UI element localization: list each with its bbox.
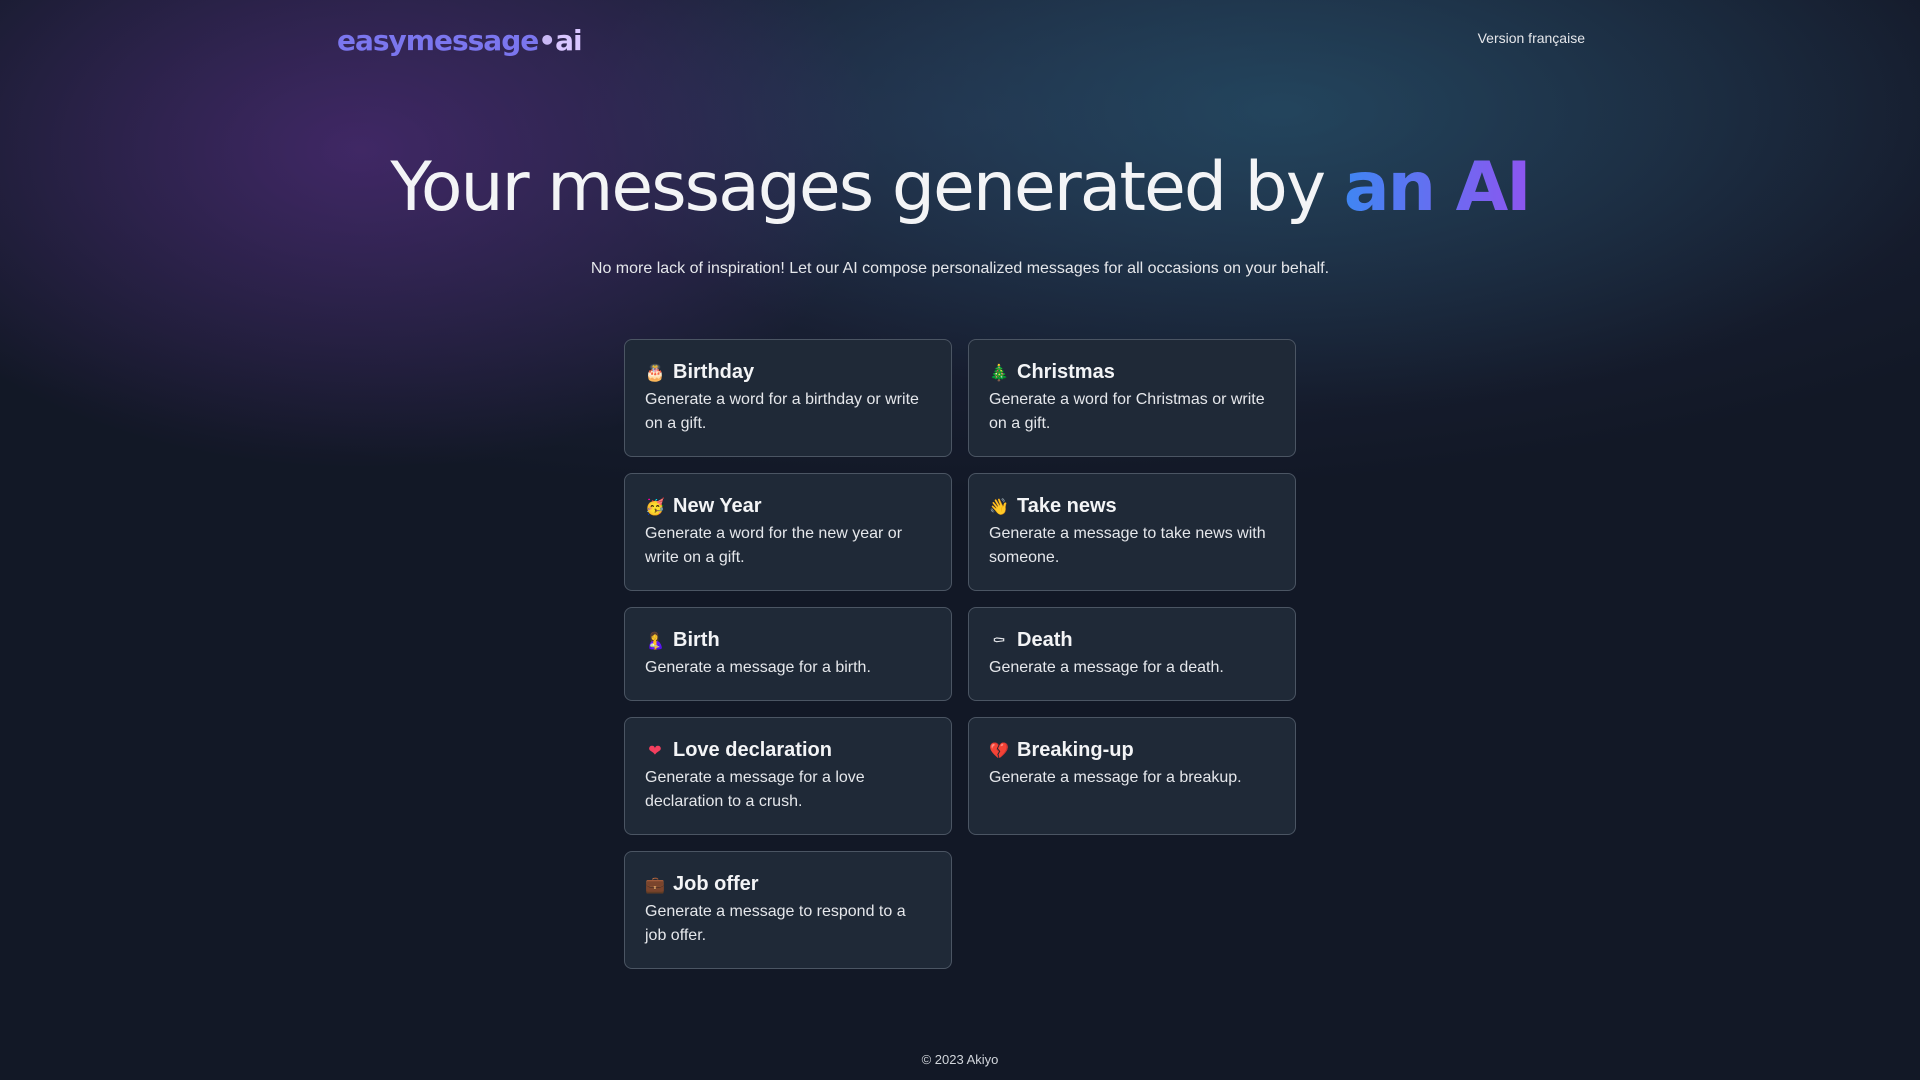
card-description: Generate a word for a birthday or write … xyxy=(645,391,919,432)
card-title-text: Christmas xyxy=(1017,361,1115,383)
card-new-year[interactable]: 🥳 New Year Generate a word for the new y… xyxy=(624,473,952,591)
coffin-icon: ⚰ xyxy=(992,630,1006,650)
card-title: ❤ Love declaration xyxy=(645,739,931,762)
card-title: 💼 Job offer xyxy=(645,873,931,896)
site-header: easymessage•ai Version française xyxy=(337,0,1585,80)
card-breaking-up[interactable]: 💔 Breaking-up Generate a message for a b… xyxy=(968,717,1296,835)
site-logo[interactable]: easymessage•ai xyxy=(337,23,583,57)
card-take-news[interactable]: 👋 Take news Generate a message to take n… xyxy=(968,473,1296,591)
logo-wordmark: easymessage xyxy=(337,23,539,57)
card-title-text: Take news xyxy=(1017,495,1117,517)
card-title-text: Birthday xyxy=(673,361,755,383)
card-description: Generate a word for Christmas or write o… xyxy=(989,391,1265,432)
card-death[interactable]: ⚰ Death Generate a message for a death. xyxy=(968,607,1296,701)
card-title: 👋 Take news xyxy=(989,495,1275,518)
card-christmas[interactable]: 🎄 Christmas Generate a word for Christma… xyxy=(968,339,1296,457)
card-job-offer[interactable]: 💼 Job offer Generate a message to respon… xyxy=(624,851,952,969)
language-switch-link[interactable]: Version française xyxy=(1478,30,1585,46)
logo-separator: • xyxy=(538,23,556,57)
heart-icon: ❤ xyxy=(648,740,662,760)
waving-hand-icon: 👋 xyxy=(989,496,1009,516)
card-description: Generate a message for a breakup. xyxy=(989,769,1242,786)
card-title-text: Death xyxy=(1017,629,1073,651)
card-love-declaration[interactable]: ❤ Love declaration Generate a message fo… xyxy=(624,717,952,835)
broken-heart-icon: 💔 xyxy=(989,740,1009,760)
briefcase-icon: 💼 xyxy=(645,874,665,894)
christmas-tree-icon: 🎄 xyxy=(989,362,1009,382)
card-description: Generate a word for the new year or writ… xyxy=(645,525,903,566)
baby-feeding-icon: 🤱 xyxy=(645,630,665,650)
card-title: 🤱 Birth xyxy=(645,629,931,652)
card-description: Generate a message for a birth. xyxy=(645,659,871,676)
page-subtitle: No more lack of inspiration! Let our AI … xyxy=(590,260,1330,277)
page-title: Your messages generated by an AI xyxy=(0,142,1920,234)
birthday-cake-icon: 🎂 xyxy=(645,362,665,382)
card-birth[interactable]: 🤱 Birth Generate a message for a birth. xyxy=(624,607,952,701)
party-face-icon: 🥳 xyxy=(645,496,665,516)
card-description: Generate a message to take news with som… xyxy=(989,525,1266,566)
card-title-text: Love declaration xyxy=(673,739,832,761)
card-birthday[interactable]: 🎂 Birthday Generate a word for a birthda… xyxy=(624,339,952,457)
copyright-footer: © 2023 Akiyo xyxy=(921,1052,999,1067)
occasion-grid: 🎂 Birthday Generate a word for a birthda… xyxy=(624,339,1296,969)
card-title: 🎄 Christmas xyxy=(989,361,1275,384)
card-description: Generate a message for a death. xyxy=(989,659,1224,676)
page-title-highlight: an AI xyxy=(1343,148,1532,227)
card-description: Generate a message to respond to a job o… xyxy=(645,903,906,944)
card-title: 🎂 Birthday xyxy=(645,361,931,384)
card-title: 💔 Breaking-up xyxy=(989,739,1275,762)
card-title-text: Job offer xyxy=(673,873,759,895)
card-title: ⚰ Death xyxy=(989,629,1275,652)
card-title-text: New Year xyxy=(673,495,762,517)
card-description: Generate a message for a love declaratio… xyxy=(645,769,865,810)
card-title: 🥳 New Year xyxy=(645,495,931,518)
card-title-text: Breaking-up xyxy=(1017,739,1134,761)
page-title-prefix: Your messages generated by xyxy=(390,148,1344,227)
logo-suffix: ai xyxy=(555,23,582,57)
card-title-text: Birth xyxy=(673,629,720,651)
